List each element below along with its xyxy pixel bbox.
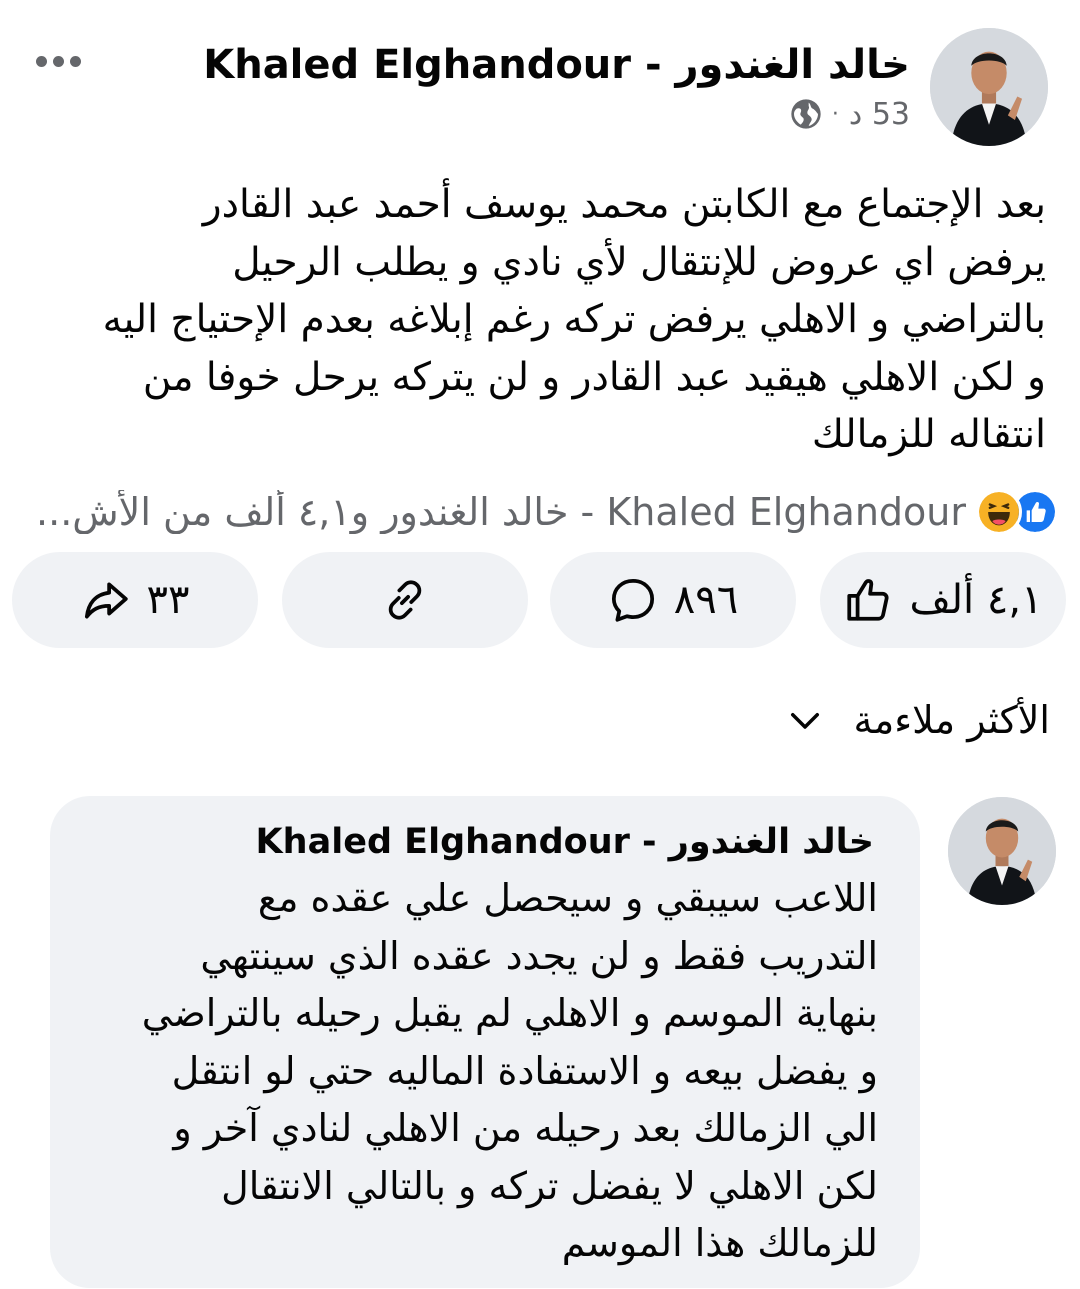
chevron-down-icon bbox=[790, 713, 819, 729]
post-time[interactable]: 53 د bbox=[849, 97, 910, 132]
comment-bubble[interactable]: خالد الغندور - Khaled Elghandour اللاعب … bbox=[50, 796, 920, 1288]
post-author-name[interactable]: خالد الغندور - Khaled Elghandour bbox=[203, 38, 910, 92]
globe-icon[interactable] bbox=[790, 98, 822, 130]
sort-label: الأكثر ملاءمة bbox=[853, 698, 1050, 742]
more-dot bbox=[52, 55, 64, 67]
like-button[interactable]: ٤,١ ألف bbox=[820, 552, 1066, 648]
more-dot bbox=[69, 55, 81, 67]
comment-author-name[interactable]: خالد الغندور - Khaled Elghandour bbox=[256, 818, 874, 866]
more-options-button[interactable] bbox=[22, 38, 94, 84]
commenter-profile-photo bbox=[948, 797, 1056, 905]
comment-button[interactable]: ٨٩٦ bbox=[550, 552, 796, 648]
comment-text: اللاعب سيبقي و سيحصل علي عقده مع التدريب… bbox=[141, 876, 878, 1265]
profile-photo bbox=[930, 28, 1048, 146]
thumbs-up-icon bbox=[847, 579, 889, 621]
share-arrow-icon bbox=[84, 582, 128, 619]
post-text: بعد الإجتماع مع الكابتن محمد يوسف أحمد ع… bbox=[102, 182, 1046, 457]
more-dot bbox=[35, 55, 47, 67]
comment-sort-dropdown[interactable]: الأكثر ملاءمة bbox=[784, 690, 1050, 750]
haha-icon bbox=[976, 489, 1022, 535]
share-button[interactable]: ٣٣ bbox=[12, 552, 258, 648]
post-actions-bar: ٤,١ ألف ٨٩٦ ٣٣ bbox=[12, 552, 1076, 648]
comment-count: ٨٩٦ bbox=[673, 577, 739, 623]
link-icon bbox=[388, 580, 422, 620]
share-count: ٣٣ bbox=[146, 577, 190, 623]
reactions-summary[interactable]: Khaled Elghandour - خالد الغندور و٤,١ أل… bbox=[8, 484, 1058, 540]
post-meta: 53 د · bbox=[790, 94, 910, 134]
author-avatar[interactable] bbox=[930, 28, 1048, 146]
reactions-summary-text: Khaled Elghandour - خالد الغندور و٤,١ أل… bbox=[36, 490, 966, 534]
meta-separator: · bbox=[831, 101, 839, 127]
reaction-icons bbox=[976, 489, 1058, 535]
like-count: ٤,١ ألف bbox=[909, 577, 1043, 623]
copy-link-button[interactable] bbox=[282, 552, 528, 648]
comment-bubble-icon bbox=[611, 578, 654, 622]
commenter-avatar[interactable] bbox=[948, 797, 1056, 905]
